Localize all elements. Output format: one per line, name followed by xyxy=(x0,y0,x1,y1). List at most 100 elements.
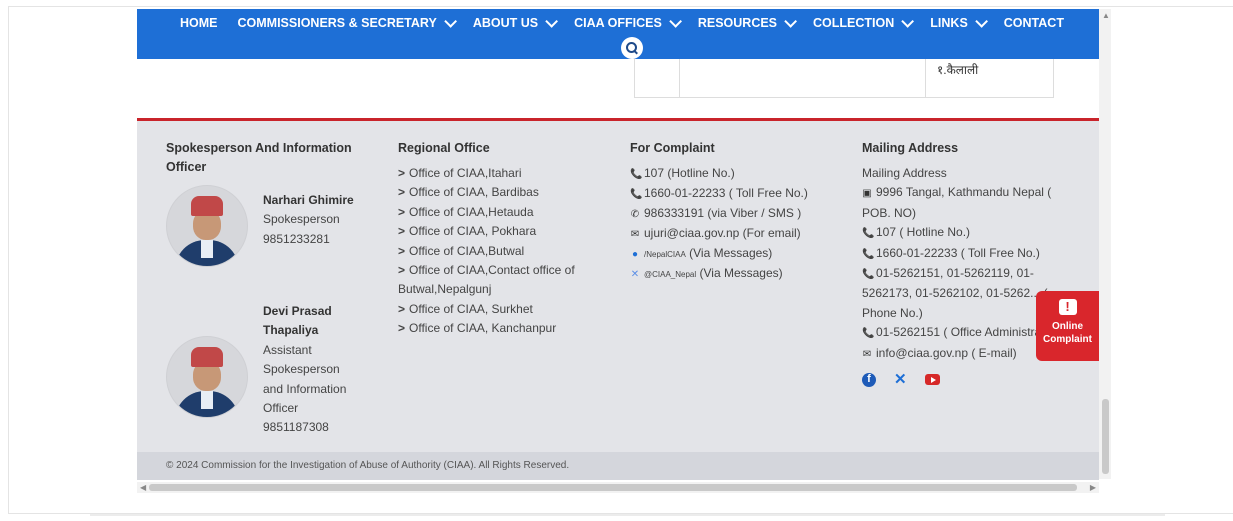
complaint-label-line1: Online xyxy=(1051,321,1084,332)
person-info: Narhari Ghimire Spokesperson 9851233281 xyxy=(263,191,354,249)
list-item[interactable]: ✕ @CIAA_Nepal (Via Messages) xyxy=(630,264,840,284)
spokesperson-heading: Spokesperson And Information Officer xyxy=(166,141,352,174)
chevron-down-icon xyxy=(784,14,798,28)
regional-office-label: Office of CIAA,Contact office of Butwal,… xyxy=(398,263,575,297)
regional-office-label: Office of CIAA,Hetauda xyxy=(409,204,534,219)
envelope-icon: ✉ xyxy=(630,229,640,240)
nav-item-label: ABOUT US xyxy=(472,16,539,30)
nav-item-contact[interactable]: CONTACT xyxy=(1004,16,1064,30)
nav-item-label: LINKS xyxy=(930,16,968,30)
mailing-subheading: Mailing Address xyxy=(862,166,947,180)
nav-item-resources[interactable]: RESOURCES xyxy=(697,14,798,30)
x-handle: @CIAA_Nepal xyxy=(644,270,697,279)
person-phone: 9851187308 xyxy=(263,420,329,435)
facebook-icon[interactable]: f xyxy=(862,372,876,387)
address-text: 9996 Tangal, Kathmandu Nepal ( POB. NO) xyxy=(862,185,1052,220)
address-book-icon: ▣ xyxy=(862,188,872,200)
list-item: 📞 107 ( Hotline No.) xyxy=(862,223,1072,243)
avatar xyxy=(166,336,248,418)
list-item[interactable]: ● /NepalCIAA (Via Messages) xyxy=(630,244,840,264)
phone-icon: 📞 xyxy=(862,328,875,340)
nav-item-home[interactable]: HOME xyxy=(180,16,218,30)
scroll-left-icon[interactable]: ◀ xyxy=(140,483,146,492)
scroll-right-icon[interactable]: ▶ xyxy=(1090,483,1096,492)
nav-menu: HOME COMMISSIONERS & SECRETARY ABOUT US CIA… xyxy=(180,14,1084,30)
x-icon[interactable]: ✕ xyxy=(894,370,907,389)
nav-item-about-us[interactable]: ABOUT US xyxy=(472,14,559,30)
regional-heading: Regional Office xyxy=(398,141,490,155)
person-phone: 9851233281 xyxy=(263,231,330,246)
nav-item-label: COLLECTION xyxy=(813,16,895,30)
scroll-up-icon[interactable]: ▲ xyxy=(1102,11,1110,20)
nav-item-ciaa-offices[interactable]: CIAA OFFICES xyxy=(574,14,682,30)
alert-icon: ! xyxy=(1058,299,1077,315)
regional-office-link[interactable]: > Office of CIAA,Contact office of Butwal… xyxy=(398,261,608,300)
online-complaint-button[interactable]: ! Online Complaint xyxy=(1036,291,1099,361)
nav-item-commissioners-secretary[interactable]: COMMISSIONERS & SECRETARY xyxy=(237,14,457,30)
regional-office-link[interactable]: > Office of CIAA,Butwal xyxy=(398,242,608,261)
scrollbar-thumb[interactable] xyxy=(1102,399,1109,474)
horizontal-scrollbar[interactable]: ◀ ▶ xyxy=(137,482,1099,493)
nav-item-collection[interactable]: COLLECTION xyxy=(813,14,915,30)
chevron-right-icon: > xyxy=(398,321,406,336)
divider xyxy=(90,514,1165,516)
person-info: Devi Prasad Thapaliya Assistant Spokespe… xyxy=(263,302,363,438)
person-card: Narhari Ghimire Spokesperson 9851233281 xyxy=(166,183,366,308)
site-footer: Spokesperson And Information Officer Nar… xyxy=(137,118,1099,455)
viber-icon: ✆ xyxy=(630,209,640,220)
vertical-scrollbar[interactable]: ▲ xyxy=(1099,9,1111,479)
phone-icon: 📞 xyxy=(862,269,875,281)
hotline-text: 107 ( Hotline No.) xyxy=(876,225,971,240)
list-item[interactable]: ✆ 986333191 (via Viber / SMS ) xyxy=(630,204,840,224)
chevron-right-icon: > xyxy=(398,224,406,239)
nav-item-label: RESOURCES xyxy=(697,16,778,30)
viber-text: 986333191 (via Viber / SMS ) xyxy=(644,206,802,220)
x-text: (Via Messages) xyxy=(699,266,783,280)
nav-item-links[interactable]: LINKS xyxy=(930,14,988,30)
list-item: 📞 1660-01-22233 ( Toll Free No.) xyxy=(630,184,840,204)
list-item: ▣ 9996 Tangal, Kathmandu Nepal ( POB. NO) xyxy=(862,183,1072,223)
person-name: Devi Prasad Thapaliya xyxy=(263,304,332,338)
list-item: 📞 107 (Hotline No.) xyxy=(630,164,840,184)
search-button[interactable] xyxy=(621,37,643,59)
envelope-icon: ✉ xyxy=(862,348,872,360)
youtube-icon[interactable] xyxy=(924,374,940,386)
regional-office-link[interactable]: > Office of CIAA,Itahari xyxy=(398,164,608,183)
copyright-text: © 2024 Commission for the Investigation … xyxy=(166,460,570,471)
regional-office-link[interactable]: > Office of CIAA, Pokhara xyxy=(398,222,608,241)
table-cell: १.कैलाली xyxy=(937,63,979,77)
facebook-handle: /NepalCIAA xyxy=(644,250,686,259)
chevron-down-icon xyxy=(444,14,457,28)
complaint-column: For Complaint 📞 107 (Hotline No.) 📞 1660-0… xyxy=(630,139,840,284)
regional-office-column: Regional Office > Office of CIAA,Itahari >… xyxy=(398,139,608,339)
person-name: Narhari Ghimire xyxy=(263,193,354,207)
phone-numbers-text: 01-5262151, 01-5262119, 01-5262173, 01-5… xyxy=(862,266,1048,320)
nav-item-label: COMMISSIONERS & SECRETARY xyxy=(237,16,437,30)
regional-office-link[interactable]: > Office of CIAA, Kanchanpur xyxy=(398,319,608,338)
regional-office-label: Office of CIAA, Surkhet xyxy=(409,301,533,316)
phone-icon: 📞 xyxy=(630,169,643,180)
phone-icon: 📞 xyxy=(862,228,875,240)
copyright-bar: © 2024 Commission for the Investigation … xyxy=(137,452,1099,480)
regional-office-label: Office of CIAA,Butwal xyxy=(409,243,525,258)
nav-item-label: HOME xyxy=(180,16,218,30)
regional-office-label: Office of CIAA, Pokhara xyxy=(409,224,537,239)
regional-office-label: Office of CIAA, Bardibas xyxy=(409,185,539,200)
chevron-down-icon xyxy=(669,14,682,28)
list-item[interactable]: ✉ ujuri@ciaa.gov.np (For email) xyxy=(630,224,840,244)
regional-office-label: Office of CIAA, Kanchanpur xyxy=(409,321,557,336)
scrollbar-thumb[interactable] xyxy=(149,484,1077,491)
regional-office-list: > Office of CIAA,Itahari > Office of CIAA, … xyxy=(398,164,608,339)
regional-office-link[interactable]: > Office of CIAA,Hetauda xyxy=(398,203,608,222)
table-fragment: १.कैलाली xyxy=(634,59,1054,98)
regional-office-link[interactable]: > Office of CIAA, Surkhet xyxy=(398,300,608,319)
spokesperson-column: Spokesperson And Information Officer Nar… xyxy=(166,139,366,448)
chevron-right-icon: > xyxy=(398,185,406,200)
chevron-right-icon: > xyxy=(398,263,406,278)
toll-free-text: 1660-01-22233 ( Toll Free No.) xyxy=(876,245,1040,260)
toll-free-text: 1660-01-22233 ( Toll Free No.) xyxy=(644,186,808,200)
chevron-right-icon: > xyxy=(398,166,406,180)
email-link: ujuri@ciaa.gov.np (For email) xyxy=(644,226,801,240)
regional-office-link[interactable]: > Office of CIAA, Bardibas xyxy=(398,183,608,202)
chevron-down-icon xyxy=(901,14,915,28)
